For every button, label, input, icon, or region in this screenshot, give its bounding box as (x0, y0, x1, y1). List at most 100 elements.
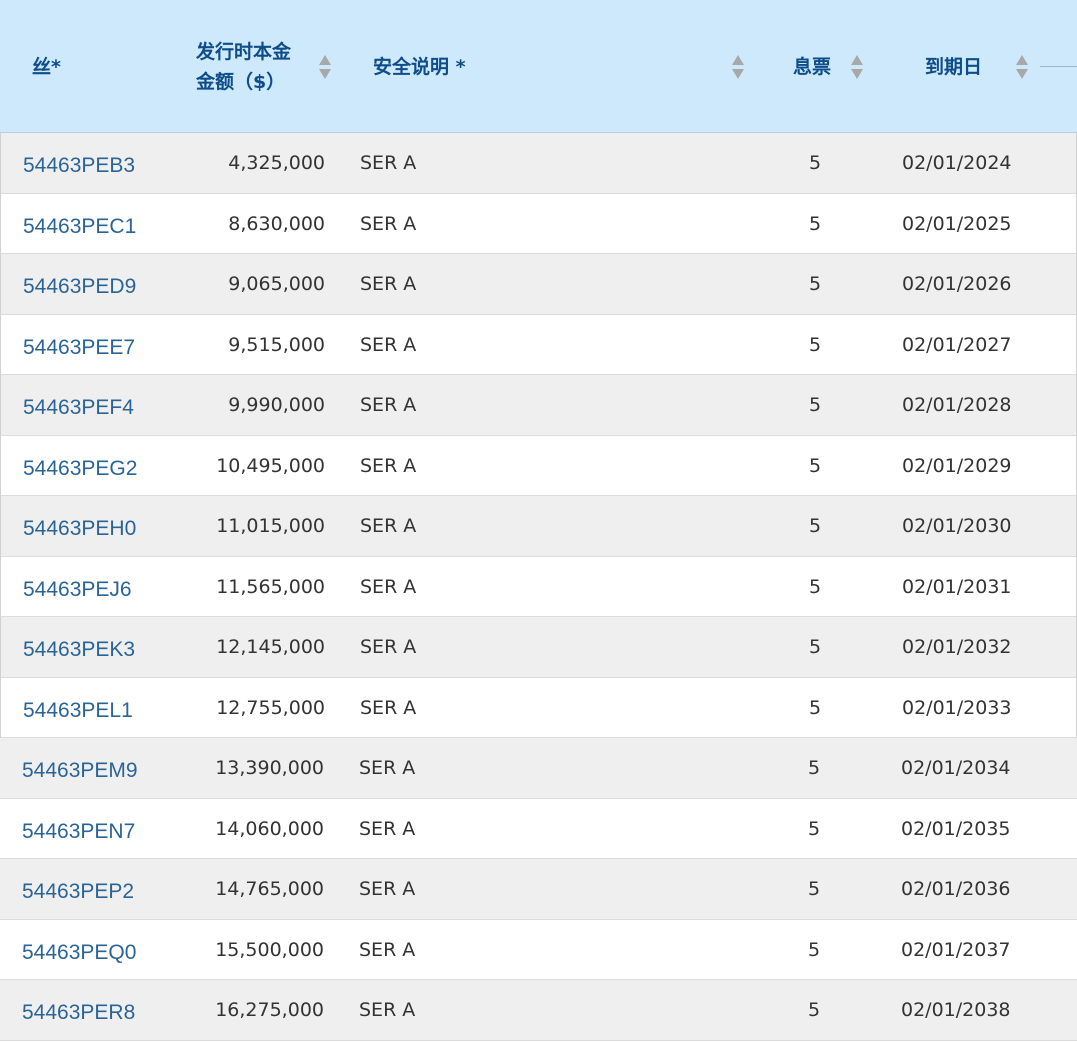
maturity-date: 02/01/2026 (902, 273, 1012, 295)
security-description: SER A (360, 273, 417, 295)
principal-amount: 11,565,000 (216, 575, 325, 598)
maturity-date: 02/01/2030 (902, 515, 1012, 537)
coupon-value: 5 (807, 757, 821, 779)
coupon-value: 5 (808, 454, 822, 477)
security-description: SER A (360, 696, 417, 719)
principal-amount: 9,990,000 (228, 394, 325, 416)
sort-icon[interactable] (850, 54, 864, 80)
principal-amount: 14,765,000 (215, 878, 324, 900)
principal-amount: 9,515,000 (228, 333, 325, 356)
coupon-value: 5 (807, 999, 821, 1021)
table-row: 54463PEG2 10,495,000 SER A 5 02/01/2029 (0, 435, 1077, 499)
coupon-value: 5 (807, 938, 821, 961)
table-row: 54463PEK3 12,145,000 SER A 5 02/01/2032 (0, 617, 1077, 678)
maturity-date: 02/01/2027 (902, 333, 1012, 356)
sort-icon[interactable] (731, 54, 745, 80)
cusip-link[interactable]: 54463PEE7 (23, 318, 135, 378)
table-row: 54463PEM9 13,390,000 SER A 5 02/01/2034 (0, 738, 1077, 799)
maturity-date: 02/01/2034 (901, 757, 1011, 779)
table-body: 54463PEB3 4,325,000 SER A 5 02/01/2024 54463P… (0, 133, 1077, 1041)
security-description: SER A (359, 999, 416, 1021)
cusip-link[interactable]: 54463PEB3 (23, 136, 135, 196)
table-row: 54463PEJ6 11,565,000 SER A 5 02/01/2031 (0, 556, 1077, 620)
maturity-date: 02/01/2035 (901, 817, 1011, 840)
principal-amount: 11,015,000 (216, 515, 325, 537)
table-row: 54463PEC1 8,630,000 SER A 5 02/01/2025 (0, 193, 1077, 257)
coupon-value: 5 (807, 878, 821, 900)
table-row: 54463PER8 16,275,000 SER A 5 02/01/2038 (0, 980, 1077, 1041)
table-row: 54463PEE7 9,515,000 SER A 5 02/01/2027 (0, 314, 1077, 378)
column-header-coupon[interactable]: 息票 (793, 0, 831, 133)
coupon-value: 5 (808, 273, 822, 295)
coupon-value: 5 (808, 575, 822, 598)
table-header: 丝* 发行时本金 金额（$） 安全说明 * 息票 到期日 (0, 0, 1077, 133)
column-header-description[interactable]: 安全说明 * (373, 0, 466, 133)
principal-amount: 14,060,000 (215, 817, 324, 840)
principal-amount: 12,755,000 (216, 696, 325, 719)
cusip-link[interactable]: 54463PEM9 (22, 741, 138, 801)
maturity-date: 02/01/2025 (902, 212, 1012, 235)
column-header-amount[interactable]: 发行时本金 金额（$） (196, 0, 291, 133)
cusip-link[interactable]: 54463PEH0 (23, 499, 136, 559)
security-description: SER A (360, 454, 417, 477)
security-description: SER A (359, 817, 416, 840)
principal-amount: 4,325,000 (228, 152, 325, 174)
cusip-link[interactable]: 54463PEL1 (23, 681, 133, 741)
principal-amount: 12,145,000 (216, 636, 325, 658)
cusip-link[interactable]: 54463PEK3 (23, 620, 135, 680)
security-description: SER A (360, 212, 417, 235)
bonds-table: 丝* 发行时本金 金额（$） 安全说明 * 息票 到期日 54463PEB3 4… (0, 0, 1077, 1042)
security-description: SER A (360, 152, 417, 174)
maturity-date: 02/01/2032 (902, 636, 1012, 658)
column-header-cusip-label: 丝* (32, 55, 61, 78)
column-header-maturity[interactable]: 到期日 (925, 0, 982, 133)
maturity-date: 02/01/2036 (901, 878, 1011, 900)
principal-amount: 13,390,000 (215, 757, 324, 779)
maturity-date: 02/01/2028 (902, 394, 1012, 416)
security-description: SER A (360, 333, 417, 356)
cusip-link[interactable]: 54463PED9 (23, 257, 136, 317)
security-description: SER A (359, 878, 416, 900)
principal-amount: 9,065,000 (228, 273, 325, 295)
cusip-link[interactable]: 54463PEP2 (22, 862, 134, 922)
sort-icon[interactable] (318, 54, 332, 80)
maturity-date: 02/01/2037 (901, 938, 1011, 961)
coupon-value: 5 (808, 212, 822, 235)
principal-amount: 10,495,000 (216, 454, 325, 477)
cusip-link[interactable]: 54463PEC1 (23, 197, 136, 257)
principal-amount: 8,630,000 (228, 212, 325, 235)
coupon-value: 5 (808, 394, 822, 416)
security-description: SER A (360, 575, 417, 598)
security-description: SER A (360, 636, 417, 658)
coupon-value: 5 (808, 333, 822, 356)
cusip-link[interactable]: 54463PEF4 (23, 378, 134, 438)
coupon-value: 5 (808, 152, 822, 174)
cusip-link[interactable]: 54463PEG2 (23, 439, 137, 499)
column-header-description-label: 安全说明 * (373, 55, 466, 78)
cusip-link[interactable]: 54463PEJ6 (23, 560, 132, 620)
column-header-maturity-label: 到期日 (925, 55, 983, 78)
coupon-value: 5 (807, 817, 821, 840)
header-divider (1040, 66, 1077, 67)
table-row: 54463PEF4 9,990,000 SER A 5 02/01/2028 (0, 375, 1077, 436)
table-row: 54463PEH0 11,015,000 SER A 5 02/01/2030 (0, 496, 1077, 557)
security-description: SER A (359, 938, 416, 961)
maturity-date: 02/01/2033 (902, 696, 1012, 719)
maturity-date: 02/01/2031 (902, 575, 1012, 598)
sort-icon[interactable] (1015, 54, 1029, 80)
security-description: SER A (359, 757, 416, 779)
table-row: 54463PEN7 14,060,000 SER A 5 02/01/2035 (0, 799, 1077, 862)
principal-amount: 16,275,000 (215, 999, 324, 1021)
table-row: 54463PEL1 12,755,000 SER A 5 02/01/2033 (0, 677, 1077, 741)
security-description: SER A (360, 394, 417, 416)
column-header-amount-line2: 金额（$） (196, 70, 286, 93)
column-header-cusip[interactable]: 丝* (32, 0, 61, 133)
cusip-link[interactable]: 54463PEQ0 (22, 923, 136, 983)
cusip-link[interactable]: 54463PER8 (22, 983, 135, 1043)
maturity-date: 02/01/2038 (901, 999, 1011, 1021)
coupon-value: 5 (808, 696, 822, 719)
column-header-coupon-label: 息票 (793, 55, 832, 78)
cusip-link[interactable]: 54463PEN7 (22, 802, 135, 862)
table-row: 54463PEQ0 15,500,000 SER A 5 02/01/2037 (0, 920, 1077, 983)
column-header-amount-line1: 发行时本金 (196, 40, 292, 63)
